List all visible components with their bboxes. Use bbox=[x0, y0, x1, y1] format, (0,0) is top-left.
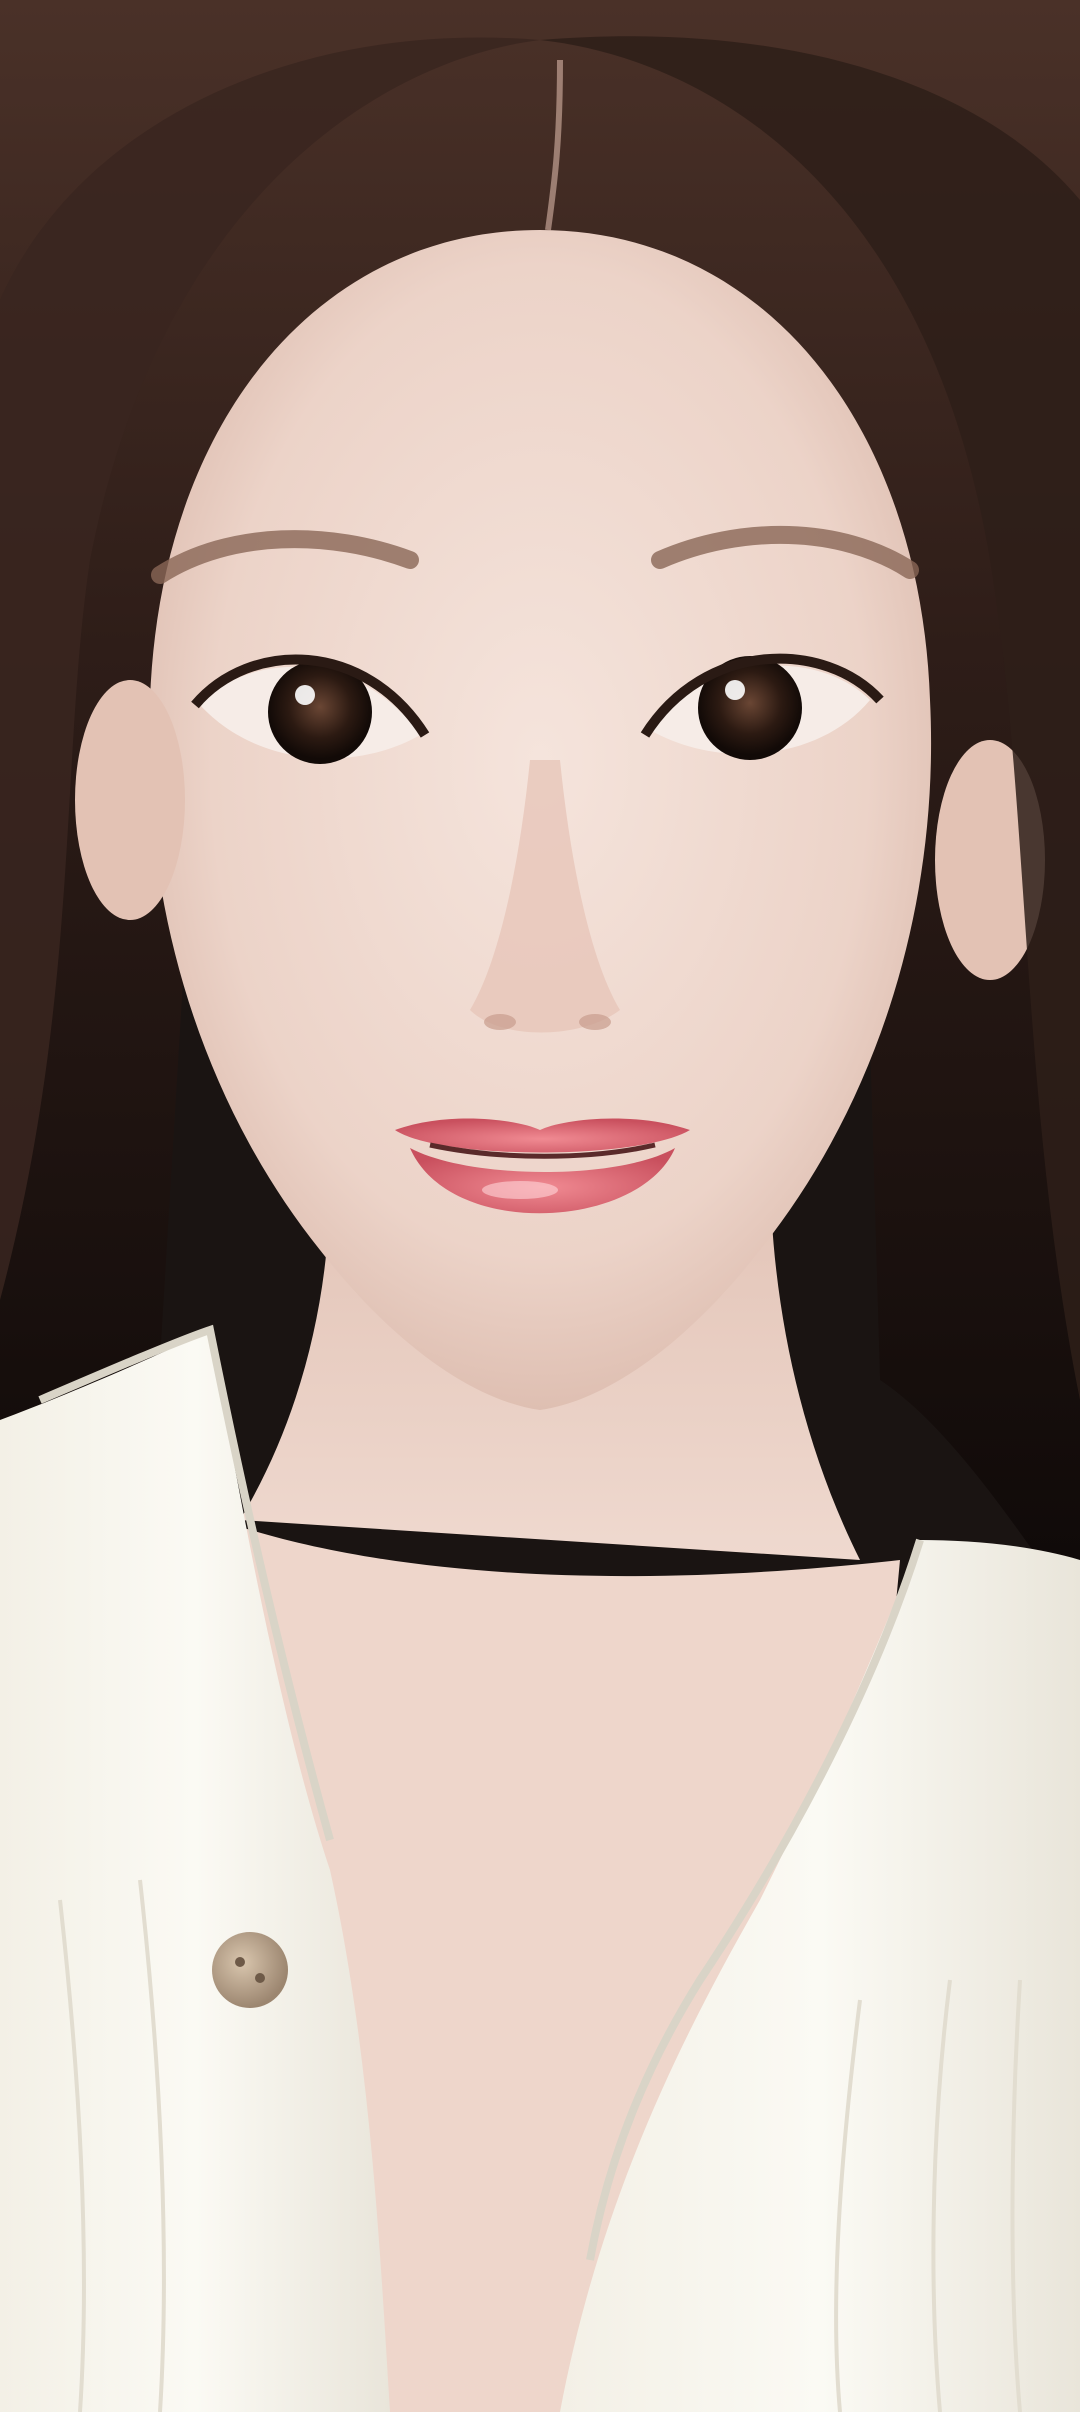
left-ear bbox=[75, 680, 185, 920]
shirt-button bbox=[212, 1932, 288, 2008]
selfie-portrait-photo bbox=[0, 0, 1080, 2412]
